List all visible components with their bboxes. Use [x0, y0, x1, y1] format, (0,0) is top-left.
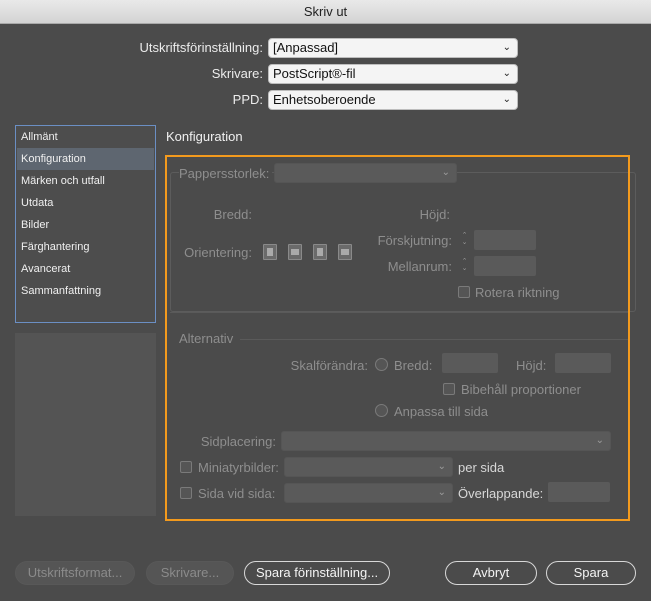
sidebar-item-avancerat[interactable]: Avancerat	[17, 258, 154, 280]
preset-label: Utskriftsförinställning:	[139, 40, 263, 55]
chevron-down-icon: ⌄	[502, 94, 511, 105]
printer-button[interactable]: Skrivare...	[146, 561, 234, 585]
page-setup-button[interactable]: Utskriftsformat...	[15, 561, 135, 585]
sidebar-item-utdata[interactable]: Utdata	[17, 192, 154, 214]
sidebar-item-bilder[interactable]: Bilder	[17, 214, 154, 236]
printer-select-value: PostScript®-fil	[273, 66, 356, 81]
category-sidebar: Allmänt Konfiguration Märken och utfall …	[15, 125, 156, 323]
sidebar-item-konfiguration[interactable]: Konfiguration	[17, 148, 154, 170]
printer-label: Skrivare:	[211, 66, 263, 81]
sidebar-item-sammanfattning[interactable]: Sammanfattning	[17, 280, 154, 302]
sidebar-item-allmant[interactable]: Allmänt	[17, 126, 154, 148]
save-button[interactable]: Spara	[546, 561, 636, 585]
sidebar-item-marken-och-utfall[interactable]: Märken och utfall	[17, 170, 154, 192]
sidebar-item-farghantering[interactable]: Färghantering	[17, 236, 154, 258]
ppd-select[interactable]: Enhetsoberoende ⌄	[268, 90, 518, 110]
preview-area	[15, 333, 156, 516]
ppd-select-value: Enhetsoberoende	[273, 92, 376, 107]
save-preset-button[interactable]: Spara förinställning...	[244, 561, 390, 585]
chevron-down-icon: ⌄	[502, 68, 511, 79]
section-title: Konfiguration	[166, 129, 243, 144]
highlight-frame	[165, 155, 630, 521]
printer-select[interactable]: PostScript®-fil ⌄	[268, 64, 518, 84]
cancel-button[interactable]: Avbryt	[445, 561, 537, 585]
window-title-bar: Skriv ut	[0, 0, 651, 24]
preset-select[interactable]: [Anpassad] ⌄	[268, 38, 518, 58]
chevron-down-icon: ⌄	[502, 42, 511, 53]
preset-select-value: [Anpassad]	[273, 40, 339, 55]
window-title: Skriv ut	[303, 4, 348, 19]
ppd-label: PPD:	[232, 92, 263, 107]
